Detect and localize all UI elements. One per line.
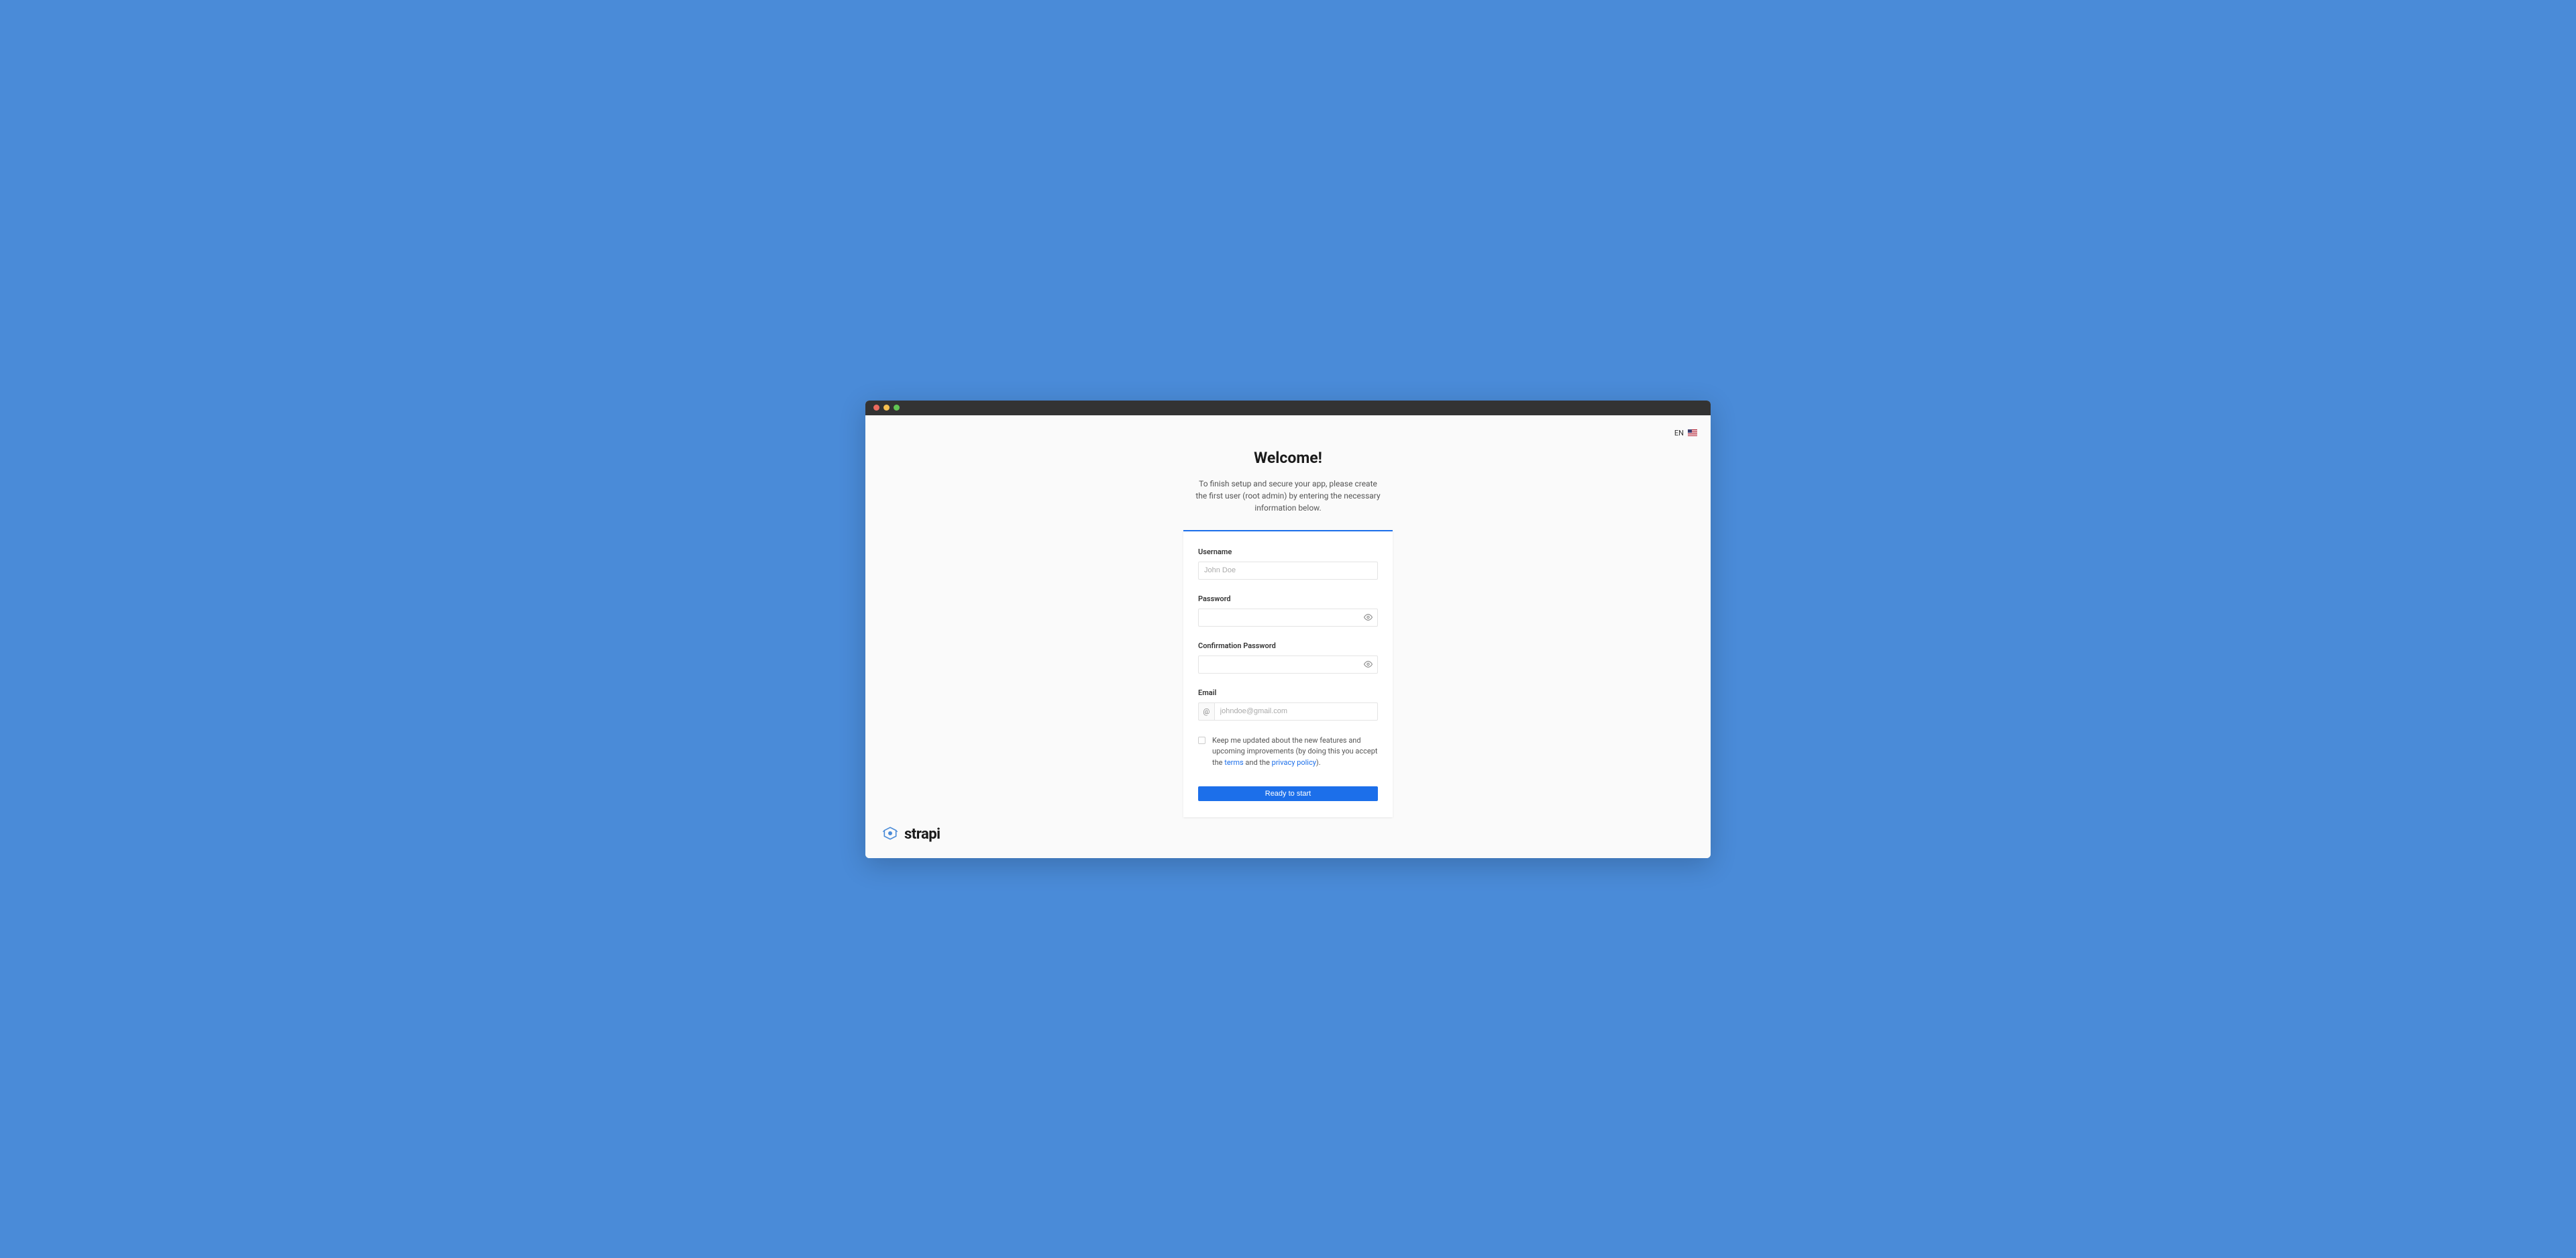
eye-icon[interactable] <box>1364 660 1373 669</box>
password-group: Password <box>1198 594 1378 627</box>
confirm-password-input[interactable] <box>1198 656 1378 674</box>
password-label: Password <box>1198 594 1378 603</box>
username-label: Username <box>1198 547 1378 556</box>
window-close-button[interactable] <box>873 405 879 411</box>
brand-logo: strapi <box>881 825 940 845</box>
newsletter-group: Keep me updated about the new features a… <box>1198 735 1378 769</box>
language-code: EN <box>1674 429 1684 437</box>
window-title-bar <box>865 401 1711 415</box>
submit-button[interactable]: Ready to start <box>1198 786 1378 801</box>
strapi-icon <box>881 825 899 845</box>
newsletter-checkbox[interactable] <box>1198 737 1205 744</box>
username-input[interactable] <box>1198 562 1378 580</box>
window-minimize-button[interactable] <box>883 405 890 411</box>
email-input[interactable] <box>1214 702 1378 721</box>
page-subtitle: To finish setup and secure your app, ple… <box>1194 478 1382 514</box>
browser-window: EN Welcome! To finish setup and secure y… <box>865 401 1711 858</box>
flag-icon <box>1688 429 1697 436</box>
email-group: Email @ <box>1198 688 1378 721</box>
username-group: Username <box>1198 547 1378 580</box>
email-label: Email <box>1198 688 1378 697</box>
content-area: EN Welcome! To finish setup and secure y… <box>865 415 1711 858</box>
brand-name: strapi <box>904 826 940 843</box>
terms-link[interactable]: terms <box>1224 758 1243 767</box>
newsletter-label: Keep me updated about the new features a… <box>1212 735 1378 769</box>
language-selector[interactable]: EN <box>1674 429 1697 437</box>
confirm-password-group: Confirmation Password <box>1198 641 1378 674</box>
password-input[interactable] <box>1198 609 1378 627</box>
privacy-policy-link[interactable]: privacy policy <box>1272 758 1316 767</box>
page-title: Welcome! <box>865 449 1711 467</box>
page-header: Welcome! To finish setup and secure your… <box>865 449 1711 514</box>
confirm-password-label: Confirmation Password <box>1198 641 1378 650</box>
window-maximize-button[interactable] <box>894 405 900 411</box>
registration-form: Username Password Confirma <box>1183 530 1393 818</box>
at-icon: @ <box>1198 702 1214 721</box>
eye-icon[interactable] <box>1364 613 1373 622</box>
